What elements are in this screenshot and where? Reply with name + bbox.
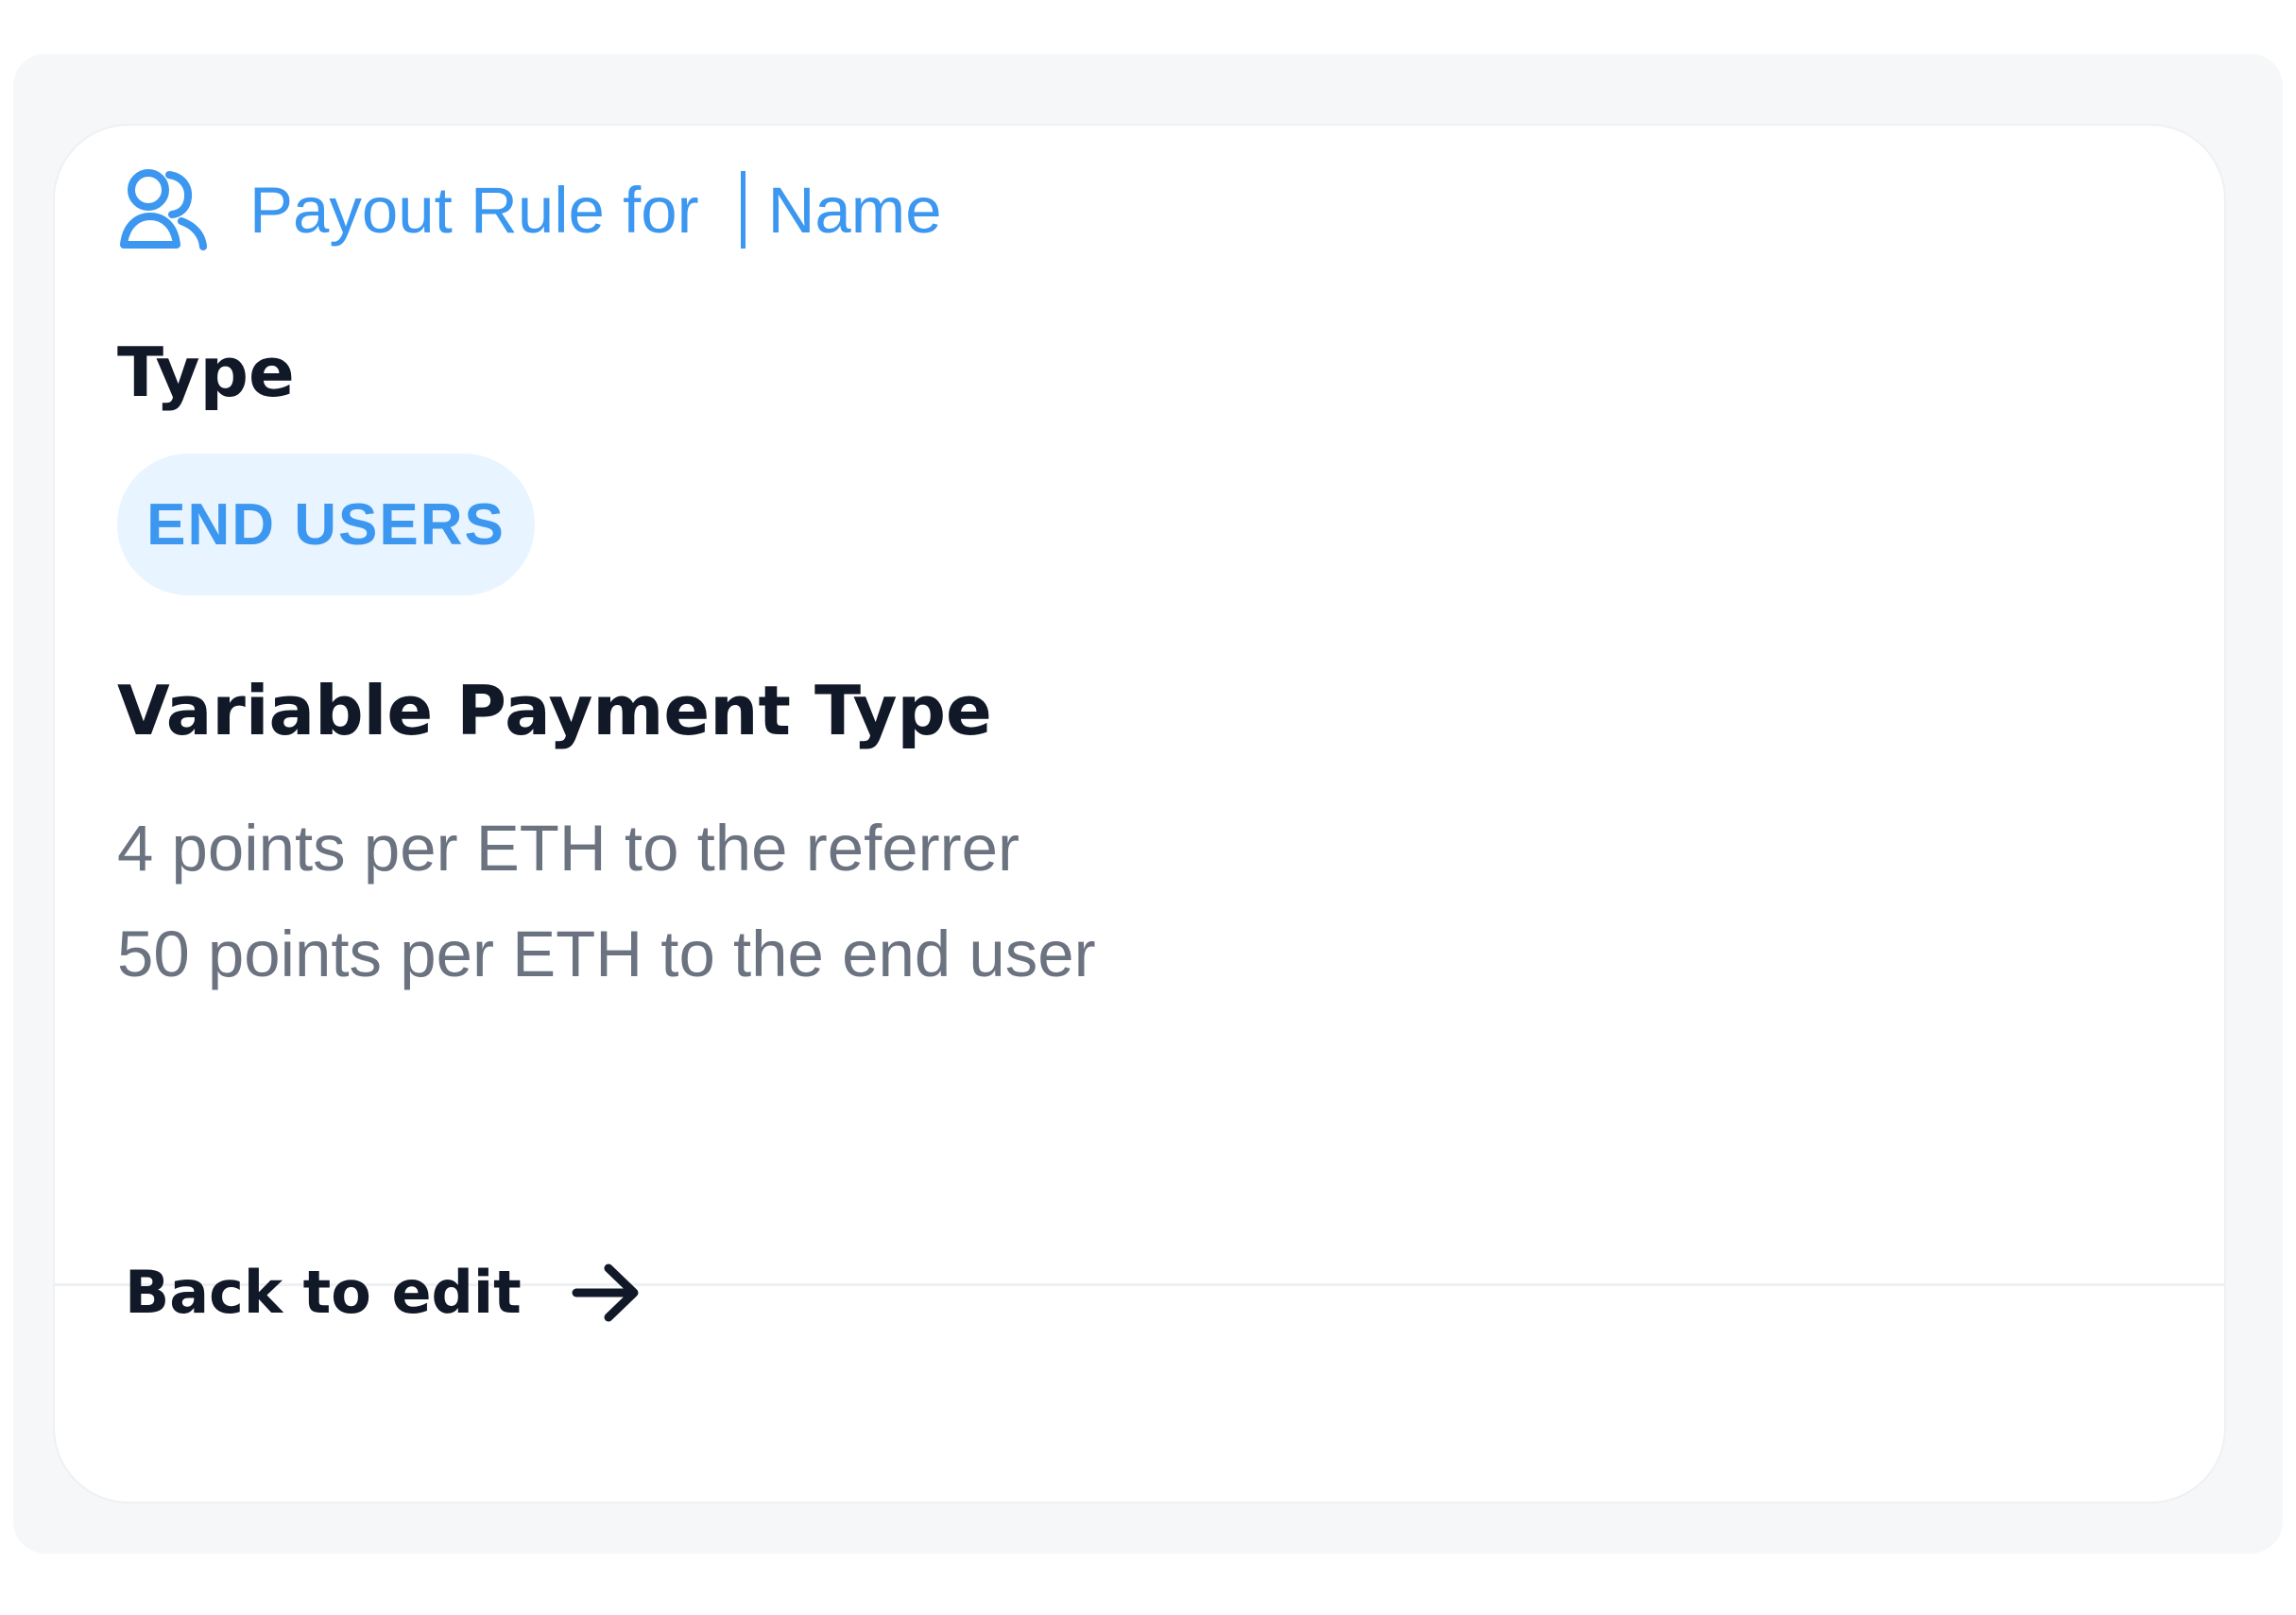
back-to-edit-button[interactable]: Back to edit bbox=[125, 1246, 644, 1340]
payout-rule-title: Payout Rule for bbox=[249, 173, 699, 247]
payment-description: 4 points per ETH to the referrer 50 poin… bbox=[117, 796, 1096, 1007]
end-users-badge: END USERS bbox=[117, 454, 535, 595]
end-user-payment-text: 50 points per ETH to the end user bbox=[117, 918, 1096, 990]
referrer-payment-text: 4 points per ETH to the referrer bbox=[117, 812, 1019, 885]
rule-name: Name bbox=[767, 173, 942, 247]
title-divider bbox=[740, 171, 745, 249]
payout-rule-card: Payout Rule for Name Type END USERS Vari… bbox=[53, 124, 2226, 1503]
back-to-edit-label: Back to edit bbox=[125, 1258, 522, 1327]
type-label: Type bbox=[117, 333, 295, 412]
arrow-right-icon bbox=[571, 1260, 644, 1326]
payout-rule-header: Payout Rule for Name bbox=[117, 163, 942, 257]
users-icon bbox=[117, 167, 210, 252]
variable-payment-type-label: Variable Payment Type bbox=[117, 671, 992, 750]
